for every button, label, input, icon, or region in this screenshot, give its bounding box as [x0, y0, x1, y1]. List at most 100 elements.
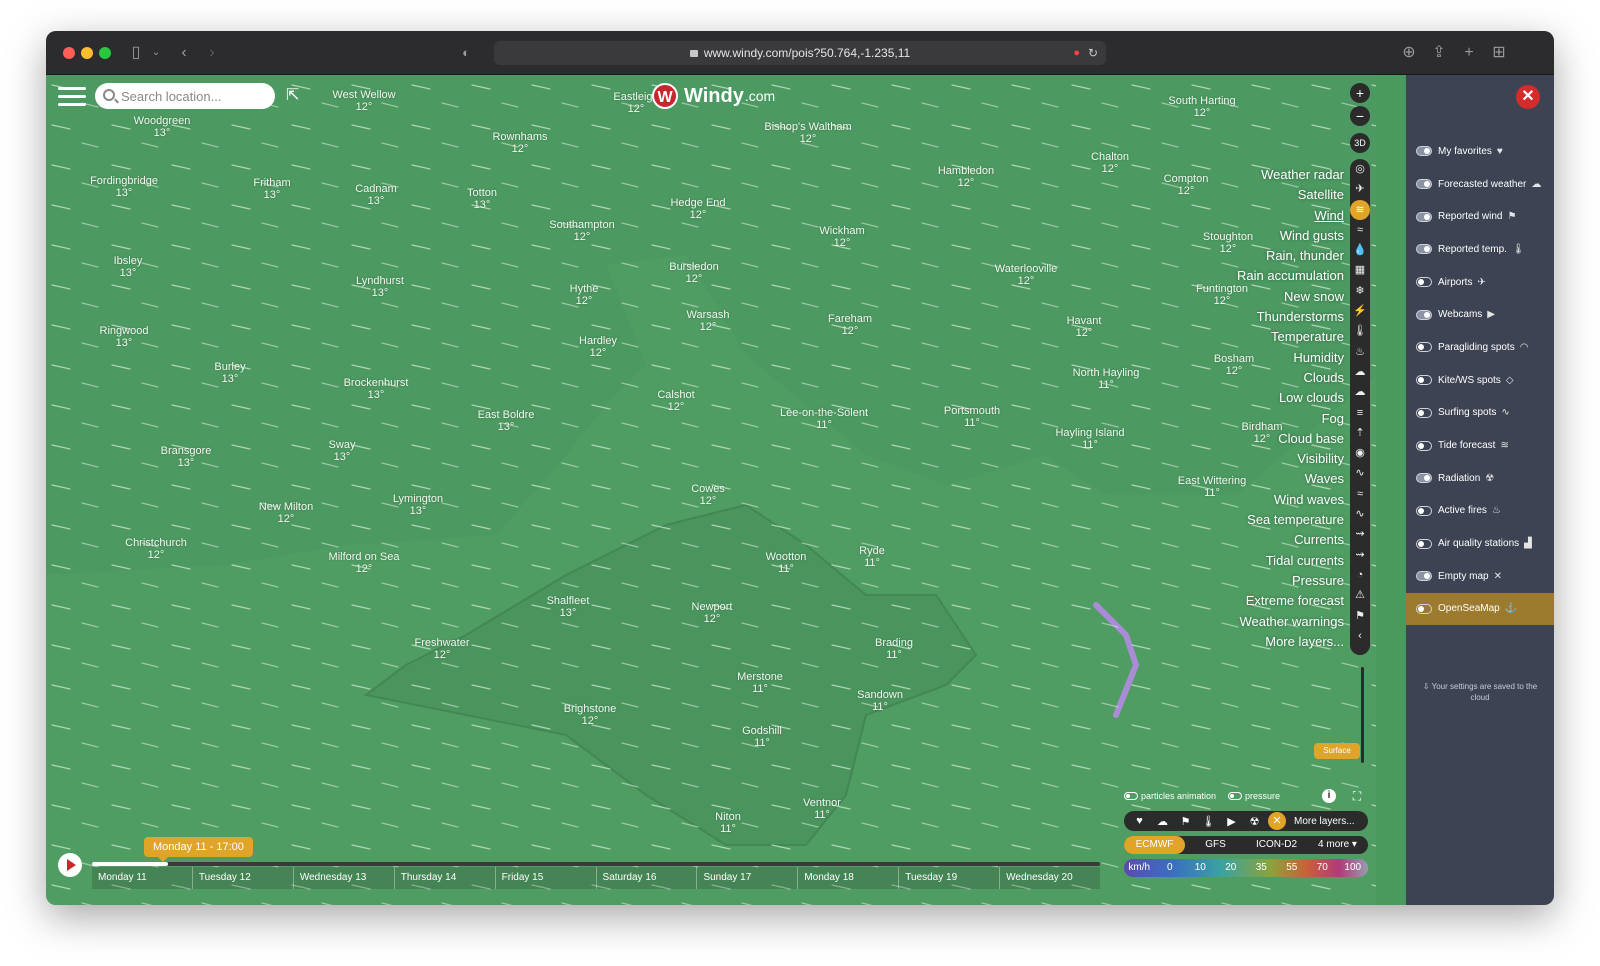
toggle-switch[interactable] [1416, 277, 1432, 288]
play-button[interactable] [58, 853, 82, 877]
particles-toggle[interactable] [1124, 792, 1138, 800]
place-label[interactable]: Totton 13° [467, 187, 497, 211]
sidebar-option[interactable]: Surfing spots ∿ [1406, 397, 1554, 430]
place-label[interactable]: Compton 12° [1164, 173, 1209, 197]
camera-icon[interactable]: ▶ [1220, 815, 1243, 828]
layer-icon[interactable]: ∿ [1350, 504, 1370, 524]
layer-item[interactable]: Wind gusts [1237, 226, 1344, 246]
toggle-switch[interactable] [1416, 179, 1432, 190]
quick-layers-bar[interactable]: ♥ ☁ ⚑ 🌡 ▶ ☢ ✕ More layers... [1124, 811, 1368, 831]
timeline-days[interactable]: Monday 11 Tuesday 12 Wednesday 13 Thursday … [92, 867, 1100, 889]
layer-icon[interactable]: ☁ [1350, 382, 1370, 402]
layer-item[interactable]: New snow [1237, 287, 1344, 307]
place-label[interactable]: Warsash 12° [687, 309, 730, 333]
place-label[interactable]: Freshwater 12° [414, 637, 469, 661]
place-label[interactable]: Burley 13° [214, 361, 245, 385]
place-label[interactable]: Chalton 12° [1091, 151, 1129, 175]
layer-icon[interactable]: ⇡ [1350, 423, 1370, 443]
altitude-slider[interactable] [1361, 667, 1364, 763]
close-sidebar-button[interactable]: ✕ [1516, 85, 1540, 109]
timeline-day[interactable]: Tuesday 12 [191, 867, 293, 889]
place-label[interactable]: Portsmouth 11° [944, 405, 1000, 429]
reload-icon[interactable]: ↻ [1088, 41, 1098, 65]
place-label[interactable]: Lyndhurst 13° [356, 275, 404, 299]
layer-icon[interactable]: ≋ [1350, 199, 1370, 220]
sidebar-option[interactable]: Paragliding spots ◠ [1406, 331, 1554, 364]
layer-icon[interactable]: ≡ [1350, 403, 1370, 423]
layer-item[interactable]: Sea temperature [1237, 510, 1344, 530]
tab-overview-icon[interactable]: ⊞ [1490, 41, 1508, 65]
layer-icon[interactable]: ▦ [1350, 260, 1370, 280]
layer-item[interactable]: Tidal currents [1237, 551, 1344, 571]
close-icon[interactable]: ✕ [1268, 812, 1286, 830]
toggle-switch[interactable] [1416, 342, 1432, 353]
timeline-day[interactable]: Monday 11 [92, 867, 192, 889]
place-label[interactable]: Sandown 11° [857, 689, 903, 713]
place-label[interactable]: Sway 13° [329, 439, 356, 463]
model-option[interactable]: 4 more ▾ [1307, 836, 1368, 854]
layer-item[interactable]: Thunderstorms [1237, 307, 1344, 327]
place-label[interactable]: Newport 12° [692, 601, 733, 625]
toggle-switch[interactable] [1416, 571, 1432, 582]
place-label[interactable]: Hardley 12° [579, 335, 617, 359]
layer-item[interactable]: Wind waves [1237, 490, 1344, 510]
layer-item[interactable]: Temperature [1237, 327, 1344, 347]
layer-item[interactable]: Wind [1237, 206, 1344, 226]
weather-icon[interactable]: ☁ [1151, 815, 1174, 828]
thermometer-icon[interactable]: 🌡 [1197, 815, 1220, 828]
sidebar-option[interactable]: OpenSeaMap ⚓ [1406, 592, 1554, 626]
layer-icon[interactable]: ⇝ [1350, 524, 1370, 544]
place-label[interactable]: Christchurch 12° [125, 537, 187, 561]
place-label[interactable]: Bransgore 13° [161, 445, 212, 469]
place-label[interactable]: New Milton 12° [259, 501, 313, 525]
sidebar-option[interactable]: Radiation ☢ [1406, 462, 1554, 495]
layer-icon[interactable]: ◉ [1350, 443, 1370, 463]
forward-arrow-icon[interactable]: › [204, 41, 220, 65]
layer-item[interactable]: Low clouds [1237, 388, 1344, 408]
layer-item[interactable]: Fog [1237, 409, 1344, 429]
place-label[interactable]: Rownhams 12° [492, 131, 547, 155]
sidebar-option[interactable]: Webcams ▶ [1406, 298, 1554, 331]
address-bar[interactable]: www.windy.com/pois?50.764,-1.235,11 ● ↻ [494, 41, 1106, 65]
layer-item[interactable]: Rain, thunder [1237, 246, 1344, 266]
layer-item[interactable]: Cloud base [1237, 429, 1344, 449]
layer-icon[interactable]: ❄ [1350, 281, 1370, 301]
microphone-icon[interactable]: ● [1073, 41, 1080, 65]
layer-item[interactable]: Pressure [1237, 571, 1344, 591]
place-label[interactable]: Niton 11° [715, 811, 741, 835]
layer-icon[interactable]: ⇝ [1350, 545, 1370, 565]
close-window-button[interactable] [63, 47, 75, 59]
place-label[interactable]: Hayling Island 11° [1055, 427, 1124, 451]
layer-item[interactable]: Waves [1237, 469, 1344, 489]
place-label[interactable]: Hythe 12° [570, 283, 599, 307]
layer-icon[interactable]: 💧 [1350, 240, 1370, 260]
windy-logo[interactable]: W Windy .com [652, 81, 775, 111]
layer-icon-strip[interactable]: ◎ ✈ ≋ ≈ 💧 ▦ ❄ ⚡ 🌡 ♨ ☁ ☁ ≡ ⇡ ◉ ∿ ≈ ∿ ⇝ ⇝ ◔ ⚠ ⚑ ‹ [1350, 159, 1370, 655]
place-label[interactable]: Merstone 11° [737, 671, 783, 695]
place-label[interactable]: Fordingbridge 13° [90, 175, 158, 199]
place-label[interactable]: Lee-on-the-Solent 11° [780, 407, 868, 431]
fullscreen-icon[interactable]: ⛶ [1350, 789, 1364, 803]
place-label[interactable]: Ryde 11° [859, 545, 885, 569]
layer-item[interactable]: Weather warnings [1237, 612, 1344, 632]
layer-icon[interactable]: ☁ [1350, 362, 1370, 382]
chevron-down-icon[interactable]: ⌄ [150, 41, 162, 65]
toggle-switch[interactable] [1416, 407, 1432, 418]
layer-item[interactable]: Weather radar [1237, 165, 1344, 185]
place-label[interactable]: Godshill 11° [742, 725, 782, 749]
timeline-day[interactable]: Tuesday 19 [898, 867, 999, 889]
search-box[interactable] [95, 83, 275, 109]
place-label[interactable]: Cadnam 13° [355, 183, 397, 207]
layer-item[interactable]: Humidity [1237, 348, 1344, 368]
toggle-switch[interactable] [1416, 473, 1432, 484]
sidebar-option[interactable]: Active fires ♨ [1406, 495, 1554, 528]
layer-item[interactable]: Satellite [1237, 185, 1344, 205]
3d-button[interactable]: 3D [1350, 133, 1370, 153]
zoom-in-button[interactable]: + [1350, 83, 1370, 103]
place-label[interactable]: Brockenhurst 13° [344, 377, 409, 401]
place-label[interactable]: North Hayling 11° [1073, 367, 1140, 391]
place-label[interactable]: Cowes 12° [691, 483, 725, 507]
minimize-window-button[interactable] [81, 47, 93, 59]
place-label[interactable]: Wootton 11° [766, 551, 807, 575]
sidebar-option[interactable]: Reported wind ⚑ [1406, 200, 1554, 233]
